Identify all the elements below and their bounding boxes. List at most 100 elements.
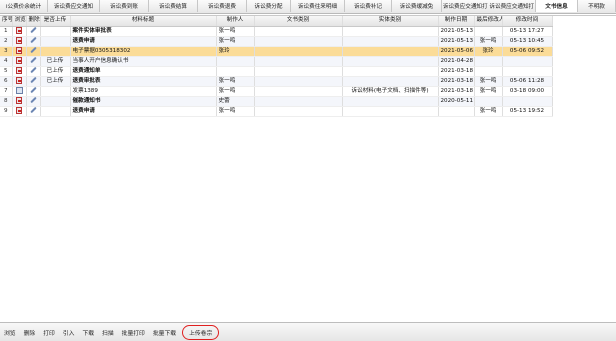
paperclip-icon[interactable]	[26, 76, 41, 87]
col-header-uploaded[interactable]: 是否上传	[40, 16, 71, 27]
upload-status	[40, 36, 71, 47]
table-row[interactable]: 1 案件实体审批表 张一鸣 2021-05-13 05-13 17:27	[0, 26, 553, 37]
view-button[interactable]: 浏览	[0, 328, 20, 337]
paperclip-icon[interactable]	[26, 26, 41, 37]
row-index: 9	[0, 106, 13, 117]
download-button[interactable]: 下载	[78, 328, 98, 337]
material-title: 退费通知单	[70, 66, 217, 77]
modify-time: 05-13 19:52	[502, 106, 553, 117]
row-index: 4	[0, 56, 13, 67]
modify-time: 05-13 10:45	[502, 36, 553, 47]
tab-document-info[interactable]: 文书信息	[536, 0, 578, 12]
image-icon[interactable]	[12, 86, 27, 97]
bottom-toolbar: 浏览 删除 打印 引入 下载 扫描 批量打印 批量下载 上传卷宗	[0, 322, 616, 341]
paperclip-icon[interactable]	[26, 46, 41, 57]
table-row[interactable]: 9 退费申请 张一鸣 张一鸣 05-13 19:52	[0, 106, 553, 117]
date: 2020-05-11	[438, 96, 475, 107]
modifier	[474, 56, 503, 67]
paperclip-icon[interactable]	[26, 106, 41, 117]
upload-status: 已上传	[40, 76, 71, 87]
tab-fee-received[interactable]: 诉讼费到账	[100, 0, 149, 12]
pdf-icon[interactable]	[12, 66, 27, 77]
pdf-icon[interactable]	[12, 26, 27, 37]
doc-type	[254, 96, 343, 107]
material-title: 电子票据0305318302	[70, 46, 217, 57]
paperclip-icon[interactable]	[26, 36, 41, 47]
upload-status	[40, 106, 71, 117]
table-row[interactable]: 2 退费申请 张一鸣 2021-05-13 张一鸣 05-13 10:45	[0, 36, 553, 47]
date: 2021-03-18	[438, 66, 475, 77]
modifier: 张一鸣	[474, 36, 503, 47]
paperclip-icon[interactable]	[26, 56, 41, 67]
tab-fee-refund[interactable]: 诉讼费退费	[198, 0, 247, 12]
maker	[216, 56, 255, 67]
doc-type	[254, 86, 343, 97]
material-title: 案件实体审批表	[70, 26, 217, 37]
tab-fee-supplement[interactable]: 诉讼费补记	[345, 0, 392, 12]
upload-status: 已上传	[40, 66, 71, 77]
scan-button[interactable]: 扫描	[98, 328, 118, 337]
col-header-modifier[interactable]: 最后修改人	[474, 16, 503, 27]
table-row-selected[interactable]: 3 电子票据0305318302 张玲 2021-05-06 张玲 05-06 …	[0, 46, 553, 57]
print-button[interactable]: 打印	[39, 328, 59, 337]
col-header-entity-type[interactable]: 实体类别	[342, 16, 439, 27]
pdf-icon[interactable]	[12, 36, 27, 47]
tab-unknown-payments[interactable]: 不明款	[578, 0, 616, 12]
upload-case-file-button[interactable]: 上传卷宗	[182, 324, 220, 340]
pdf-icon[interactable]	[12, 106, 27, 117]
pdf-icon[interactable]	[12, 96, 27, 107]
table-header: 序号 浏览 删除 是否上传 材料标题 制作人 文书类别 实体类别 制作日期 最后…	[0, 16, 553, 27]
entity-type	[342, 96, 439, 107]
table-row[interactable]: 5 已上传 退费通知单 2021-03-18	[0, 66, 553, 77]
col-header-view[interactable]: 浏览	[12, 16, 27, 27]
upload-status	[40, 26, 71, 37]
delete-button[interactable]: 删除	[20, 328, 40, 337]
maker: 张一鸣	[216, 26, 255, 37]
modify-time: 03-18 09:00	[502, 86, 553, 97]
col-header-mtime[interactable]: 修改时间	[502, 16, 553, 27]
maker: 张玲	[216, 46, 255, 57]
col-header-maker[interactable]: 制作人	[216, 16, 255, 27]
paperclip-icon[interactable]	[26, 96, 41, 107]
col-header-date[interactable]: 制作日期	[438, 16, 475, 27]
date: 2021-04-28	[438, 56, 475, 67]
pdf-icon[interactable]	[12, 76, 27, 87]
tab-fee-balance-stats[interactable]: i公费价余统计	[0, 0, 48, 12]
col-header-index[interactable]: 序号	[0, 16, 13, 27]
table-row[interactable]: 8 催款通知书 史蕾 2020-05-11	[0, 96, 553, 107]
tab-fee-reduction[interactable]: 诉讼费缓减免	[392, 0, 442, 12]
date: 2021-05-13	[438, 26, 475, 37]
col-header-delete[interactable]: 删除	[26, 16, 41, 27]
maker	[216, 66, 255, 77]
entity-type	[342, 76, 439, 87]
tab-fee-settlement[interactable]: 诉讼费结算	[149, 0, 198, 12]
col-header-title[interactable]: 材料标题	[70, 16, 217, 27]
entity-type	[342, 36, 439, 47]
modify-time	[502, 96, 553, 107]
date	[438, 106, 475, 117]
table-row[interactable]: 6 已上传 退费审批表 张一鸣 2021-03-18 张一鸣 05-06 11:…	[0, 76, 553, 87]
maker: 张一鸣	[216, 36, 255, 47]
row-index: 7	[0, 86, 13, 97]
table-row[interactable]: 4 已上传 当事人开户信息确认书 2021-04-28	[0, 56, 553, 67]
entity-type	[342, 66, 439, 77]
modifier: 张一鸣	[474, 76, 503, 87]
materials-table: 序号 浏览 删除 是否上传 材料标题 制作人 文书类别 实体类别 制作日期 最后…	[0, 16, 553, 117]
pdf-icon[interactable]	[12, 46, 27, 57]
tab-fee-notice-print[interactable]: 诉讼费应交通知打 诉讼费应交通知打	[442, 0, 536, 12]
paperclip-icon[interactable]	[26, 86, 41, 97]
tab-fee-payment-notice[interactable]: 诉讼费应交通知	[48, 0, 100, 12]
batch-download-button[interactable]: 批量下载	[149, 328, 180, 337]
upload-status: 已上传	[40, 56, 71, 67]
col-header-doc-type[interactable]: 文书类别	[254, 16, 343, 27]
table-row[interactable]: 7 发票1389 张一鸣 诉讼材料(电子文档、扫描件等) 2021-03-18 …	[0, 86, 553, 97]
entity-type	[342, 26, 439, 37]
import-button[interactable]: 引入	[59, 328, 79, 337]
paperclip-icon[interactable]	[26, 66, 41, 77]
tab-fee-allocation[interactable]: 诉讼费分配	[247, 0, 291, 12]
entity-type	[342, 46, 439, 57]
tab-fee-transactions[interactable]: 诉讼费往来明细	[291, 0, 345, 12]
material-title: 当事人开户信息确认书	[70, 56, 217, 67]
batch-print-button[interactable]: 批量打印	[118, 328, 149, 337]
pdf-icon[interactable]	[12, 56, 27, 67]
